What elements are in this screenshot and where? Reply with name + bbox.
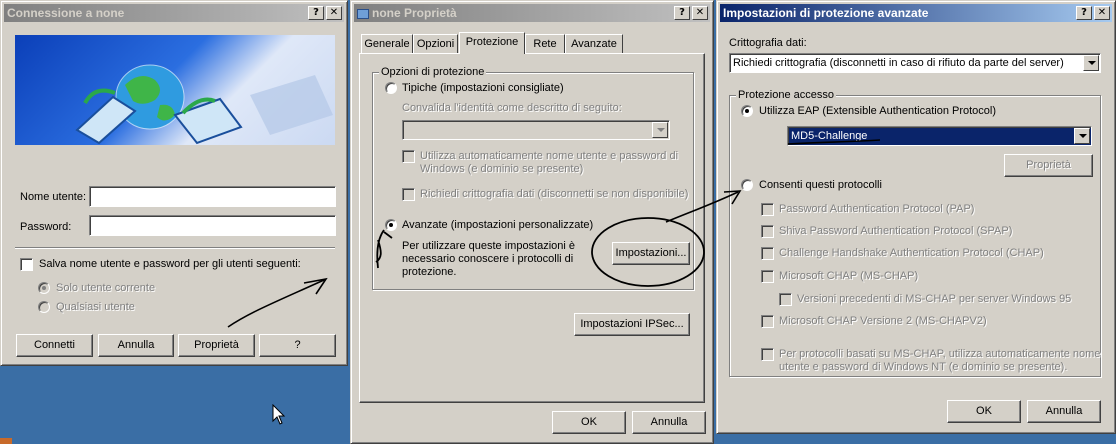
mschap-note-1: Per protocolli basati su MS-CHAP, utiliz… (779, 348, 1101, 360)
tab-options[interactable]: Opzioni (413, 34, 458, 54)
tab-network[interactable]: Rete (525, 34, 565, 54)
help-title-button[interactable]: ? (674, 6, 690, 20)
logon-security-legend: Protezione accesso (736, 89, 836, 101)
close-title-button[interactable]: ✕ (692, 6, 708, 20)
require-encryption-label: Richiedi crittografia dati (disconnetti … (420, 188, 689, 200)
password-input[interactable] (89, 215, 336, 236)
start-button-icon[interactable] (0, 438, 12, 444)
spap-label: Shiva Password Authentication Protocol (… (779, 225, 1013, 237)
allow-protocols-label: Consenti questi protocolli (759, 179, 882, 191)
allow-protocols-radio[interactable] (741, 179, 753, 191)
advanced-security-dialog: Impostazioni di protezione avanzate ? ✕ … (716, 0, 1116, 434)
pap-checkbox[interactable] (761, 203, 774, 216)
password-label: Password: (20, 221, 72, 233)
data-encryption-value: Richiedi crittografia (disconnetti in ca… (733, 57, 1064, 69)
help-title-button[interactable]: ? (308, 6, 324, 20)
typical-settings-radio[interactable] (385, 82, 397, 94)
eap-properties-button[interactable]: Proprietà (1004, 154, 1093, 177)
any-user-radio[interactable] (38, 301, 50, 313)
pap-label: Password Authentication Protocol (PAP) (779, 203, 975, 215)
cancel-button[interactable]: Annulla (98, 334, 174, 357)
properties-dialog-titlebar[interactable]: none Proprietà ? ✕ (354, 4, 710, 22)
connection-dialog: Connessione a none ? ✕ Nome utente: Pass… (0, 0, 348, 366)
ms-chap-win95-label: Versioni precedenti di MS-CHAP per serve… (797, 293, 1072, 305)
save-credentials-checkbox[interactable] (20, 258, 33, 271)
username-input[interactable] (89, 186, 336, 207)
eap-type-value: MD5-Challenge (791, 130, 868, 142)
typical-settings-label: Tipiche (impostazioni consigliate) (402, 82, 564, 94)
validate-identity-select[interactable] (402, 120, 670, 140)
save-credentials-label: Salva nome utente e password per gli ute… (39, 258, 301, 270)
use-eap-label: Utilizza EAP (Extensible Authentication … (759, 105, 997, 117)
security-tab-panel: Opzioni di protezione Tipiche (impostazi… (359, 53, 705, 403)
chevron-down-icon[interactable] (1074, 128, 1090, 144)
username-label: Nome utente: (20, 191, 87, 203)
help-title-button[interactable]: ? (1076, 6, 1092, 20)
properties-dialog-title: none Proprietà (372, 6, 457, 20)
ipsec-settings-button[interactable]: Impostazioni IPSec... (574, 313, 690, 336)
ok-button[interactable]: OK (947, 400, 1021, 423)
advanced-settings-label: Avanzate (impostazioni personalizzate) (402, 219, 594, 231)
advanced-desc-1: Per utilizzare queste impostazioni è (402, 240, 576, 252)
properties-dialog: none Proprietà ? ✕ Generale Opzioni Prot… (350, 0, 714, 444)
close-title-button[interactable]: ✕ (1094, 6, 1110, 20)
properties-button[interactable]: Proprietà (178, 334, 255, 357)
any-user-label: Qualsiasi utente (56, 301, 135, 313)
cancel-button[interactable]: Annulla (632, 411, 706, 434)
help-button[interactable]: ? (259, 334, 336, 357)
cancel-button[interactable]: Annulla (1027, 400, 1101, 423)
settings-button[interactable]: Impostazioni... (612, 242, 690, 265)
connection-dialog-titlebar[interactable]: Connessione a none ? ✕ (4, 4, 344, 22)
auto-windows-login-checkbox[interactable] (402, 150, 415, 163)
auto-windows-login-label-1: Utilizza automaticamente nome utente e p… (420, 150, 679, 162)
chevron-down-icon[interactable] (652, 122, 668, 138)
network-globe-icon (75, 64, 333, 145)
ok-button[interactable]: OK (552, 411, 626, 434)
validate-identity-label: Convalida l'identità come descritto di s… (402, 102, 622, 114)
network-banner (15, 35, 335, 145)
ms-chap-checkbox[interactable] (761, 270, 774, 283)
spap-checkbox[interactable] (761, 225, 774, 238)
ms-chap-label: Microsoft CHAP (MS-CHAP) (779, 270, 919, 282)
tab-security[interactable]: Protezione (459, 32, 525, 54)
ms-chapv2-label: Microsoft CHAP Versione 2 (MS-CHAPV2) (779, 315, 987, 327)
chevron-down-icon[interactable] (1083, 55, 1099, 71)
mschap-auto-login-checkbox[interactable] (761, 348, 774, 361)
chap-checkbox[interactable] (761, 247, 774, 260)
advanced-desc-2: necessario conoscere i protocolli di (402, 253, 574, 265)
data-encryption-select[interactable]: Richiedi crittografia (disconnetti in ca… (729, 53, 1101, 73)
advanced-desc-3: protezione. (402, 266, 457, 278)
advanced-security-titlebar[interactable]: Impostazioni di protezione avanzate ? ✕ (720, 4, 1112, 22)
mschap-note-2: utente e password di Windows NT (e domin… (779, 361, 1068, 373)
only-current-user-radio[interactable] (38, 282, 50, 294)
advanced-security-title: Impostazioni di protezione avanzate (723, 6, 929, 20)
require-encryption-checkbox[interactable] (402, 188, 415, 201)
close-title-button[interactable]: ✕ (326, 6, 342, 20)
connection-dialog-title: Connessione a none (7, 6, 125, 20)
chap-label: Challenge Handshake Authentication Proto… (779, 247, 1044, 259)
eap-type-select[interactable]: MD5-Challenge (787, 126, 1092, 146)
taskbar-strip (0, 436, 348, 444)
use-eap-radio[interactable] (741, 105, 753, 117)
security-options-legend: Opzioni di protezione (379, 66, 487, 78)
tab-general[interactable]: Generale (361, 34, 413, 54)
tab-advanced[interactable]: Avanzate (565, 34, 623, 54)
separator (15, 247, 335, 249)
data-encryption-label: Crittografia dati: (729, 37, 807, 49)
only-current-user-label: Solo utente corrente (56, 282, 156, 294)
ms-chap-win95-checkbox[interactable] (779, 293, 792, 306)
auto-windows-login-label-2: Windows (e dominio se presente) (420, 163, 584, 175)
ms-chapv2-checkbox[interactable] (761, 315, 774, 328)
network-connection-icon (357, 8, 369, 19)
mouse-cursor-icon (272, 404, 286, 425)
advanced-settings-radio[interactable] (385, 219, 397, 231)
connect-button[interactable]: Connetti (16, 334, 93, 357)
